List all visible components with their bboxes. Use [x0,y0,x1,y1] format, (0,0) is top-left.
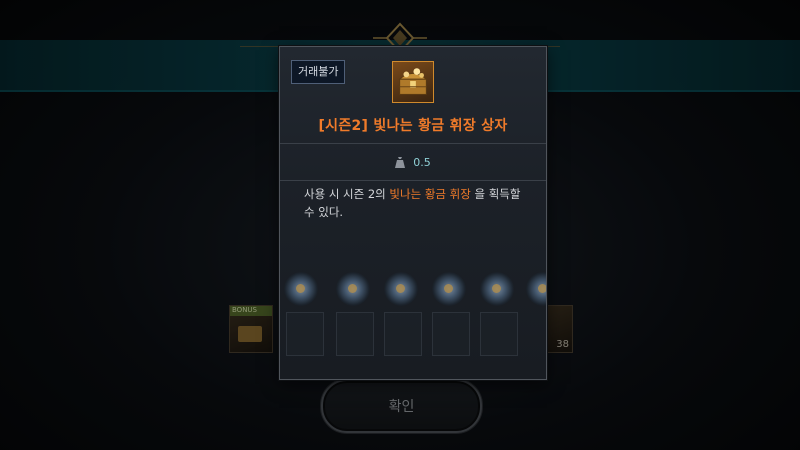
glow-orb [526,272,546,306]
weight-row: 0.5 [280,144,546,180]
glow-orb [284,272,318,306]
slot-frame [286,312,324,356]
item-description: 사용 시 시즌 2의 빛나는 황금 휘장 을 획득할 수 있다. [304,185,528,221]
tooltip-header: 거래불가 [시즌2] 빛나는 황금 휘장 상자 [280,47,546,143]
item-weight: 0.5 [413,155,431,169]
slot-frame [336,312,374,356]
divider [280,180,546,181]
slot-frame [480,312,518,356]
slot-frame [384,312,422,356]
slot-frame [432,312,470,356]
glow-orb [384,272,418,306]
item-tooltip: 거래불가 [시즌2] 빛나는 황금 휘장 상자 0.5 사용 시 시즌 2의 빛… [279,46,547,380]
weight-bag-icon [395,157,406,168]
description-text: 사용 시 시즌 2의 [304,187,390,201]
background-slots [280,262,546,372]
item-name: [시즌2] 빛나는 황금 휘장 상자 [318,118,508,134]
description-highlight: 빛나는 황금 휘장 [389,187,471,201]
glow-orb [336,272,370,306]
trade-restriction-badge: 거래불가 [291,60,346,84]
glow-orb [432,272,466,306]
golden-treasure-chest-icon [392,61,434,103]
glow-orb [480,272,514,306]
